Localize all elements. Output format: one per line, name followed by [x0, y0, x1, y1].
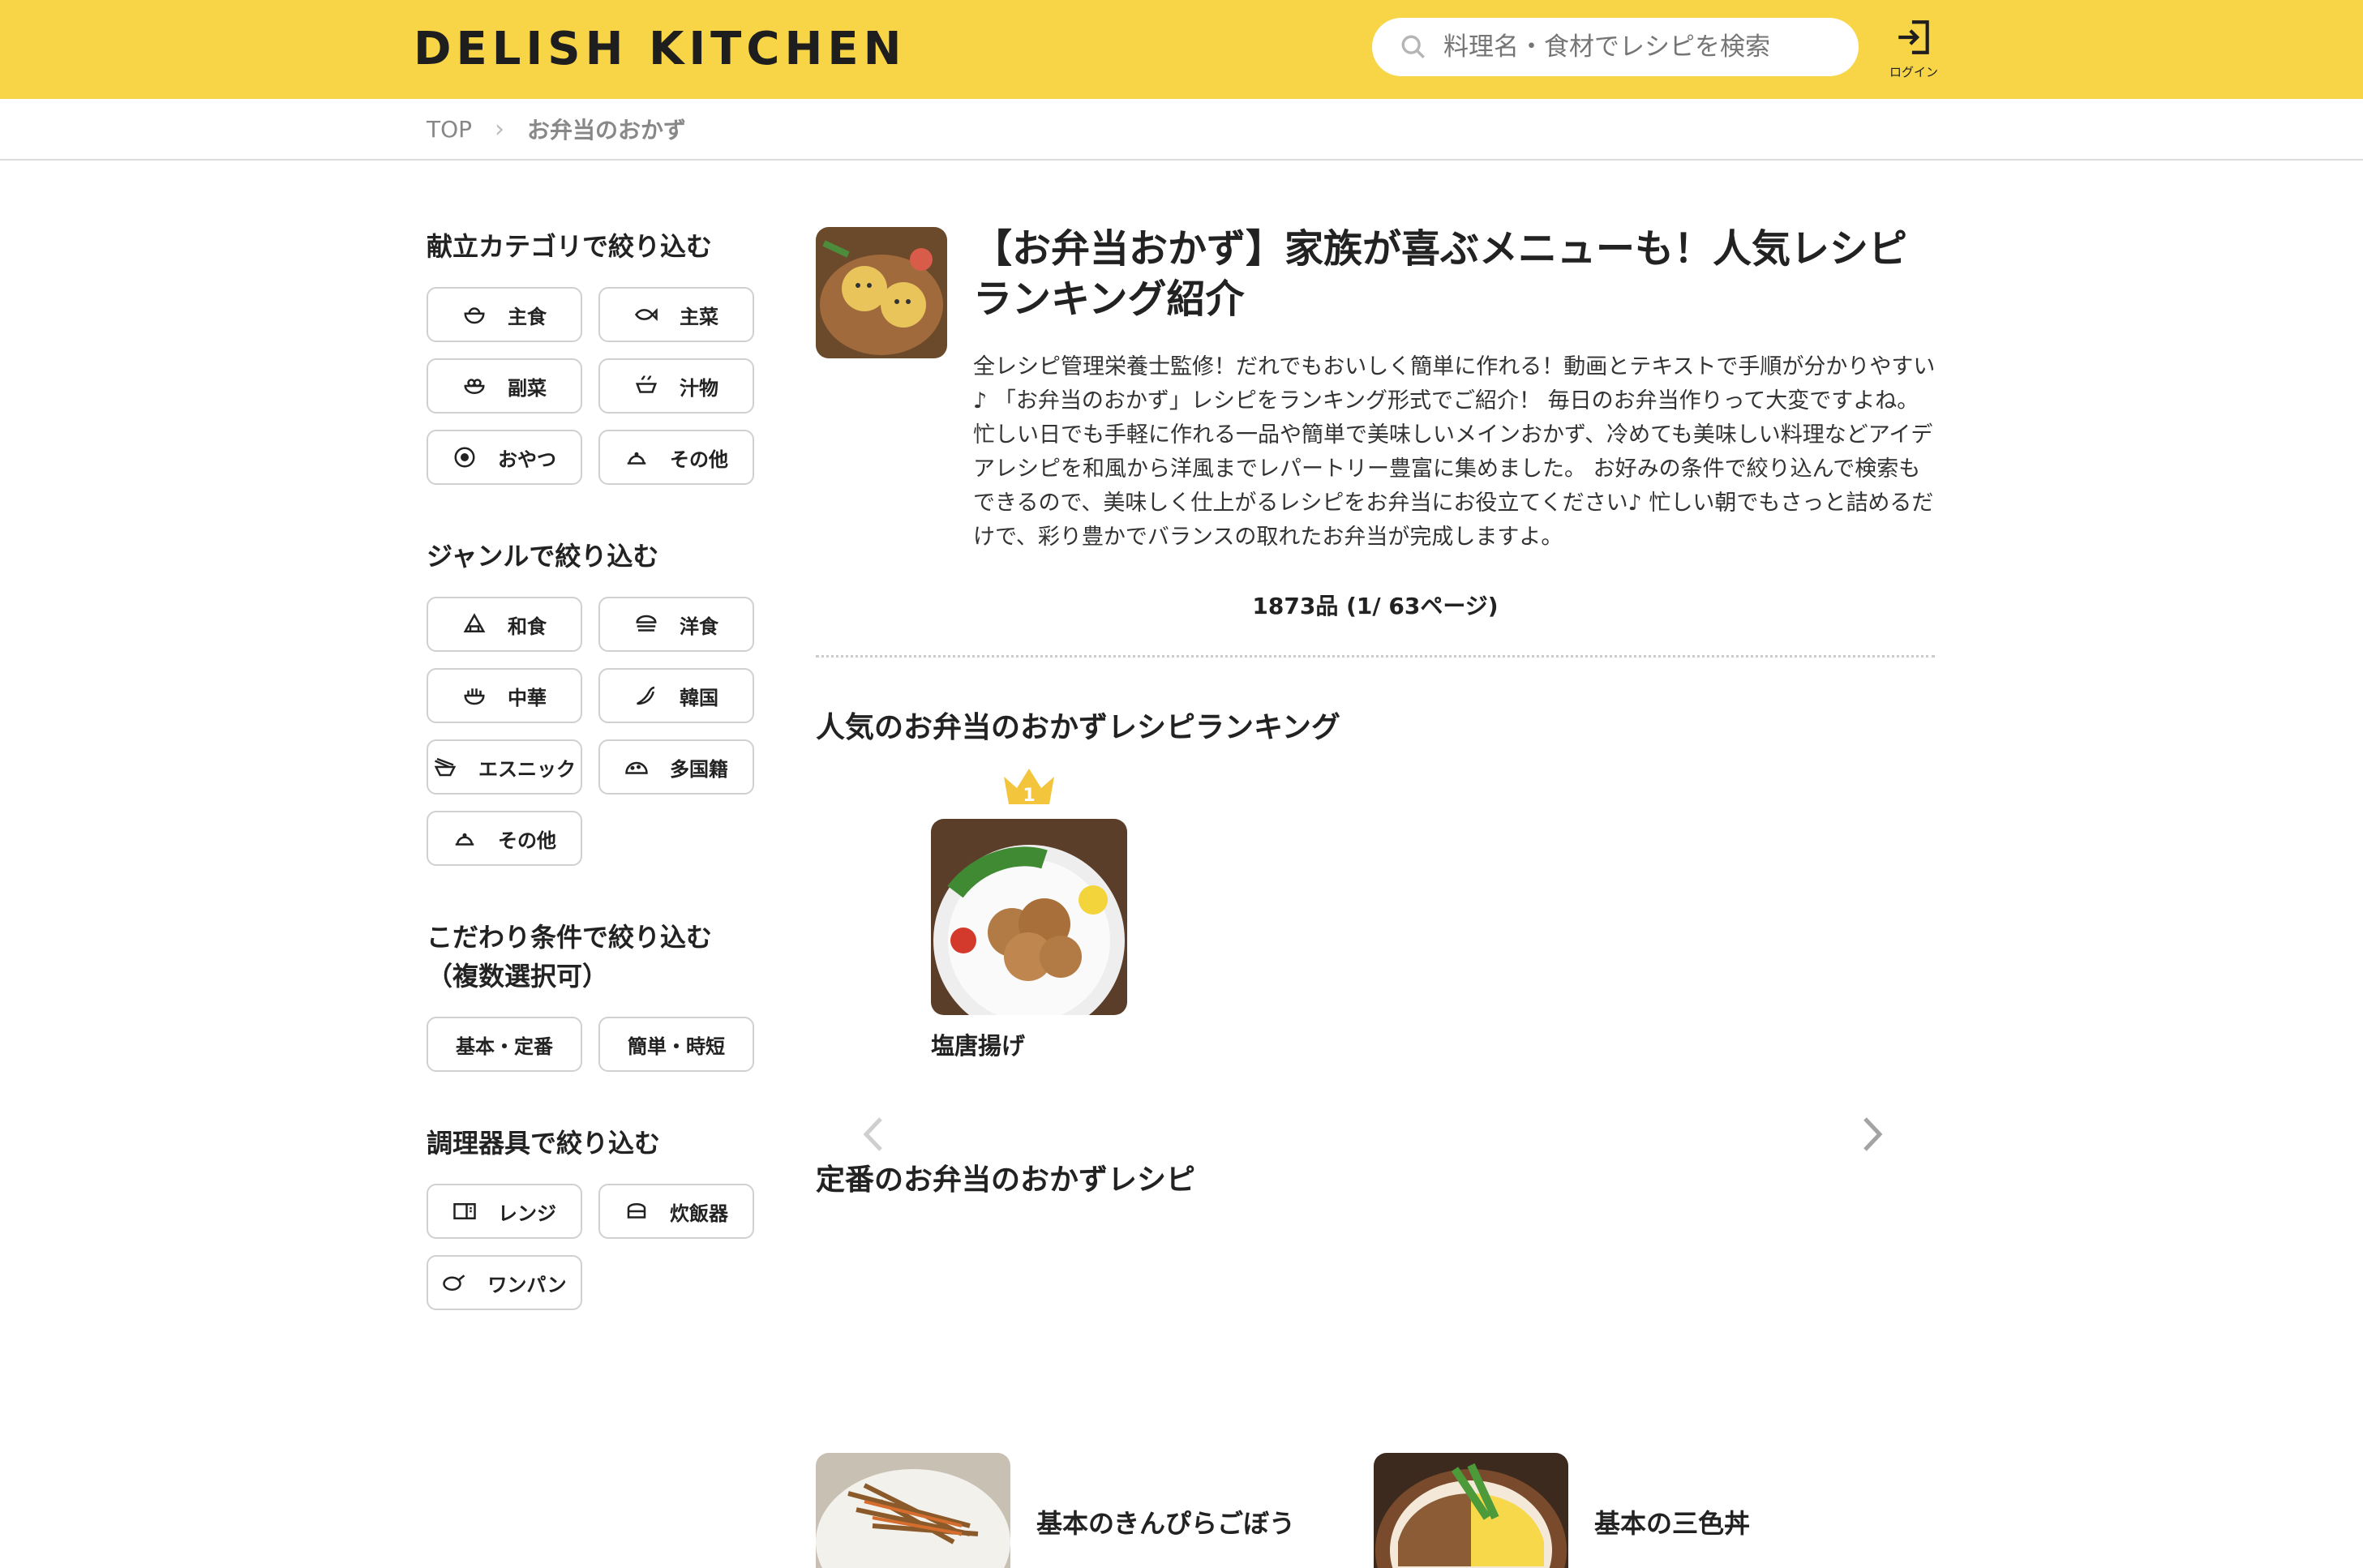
- filter-label: 基本・定番: [456, 1035, 553, 1058]
- noodle-bowl-icon: [434, 757, 457, 777]
- filter-genre-sonota-button[interactable]: その他: [427, 811, 582, 866]
- conditions-heading: こだわり条件で絞り込む （複数選択可）: [427, 918, 759, 996]
- soup-bowl-icon: [635, 375, 658, 393]
- filter-shushoku-button[interactable]: 主食: [427, 287, 582, 342]
- recipe-name: 基本のきんぴらごぼう: [1036, 1508, 1296, 1539]
- filter-range-button[interactable]: レンジ: [427, 1184, 582, 1239]
- filter-label: エスニック: [478, 757, 576, 781]
- filter-label: レンジ: [498, 1202, 556, 1225]
- login-icon: [1898, 20, 1929, 54]
- recipe-thumbnail[interactable]: [1374, 1453, 1568, 1568]
- chevron-right-icon: [1863, 1117, 1883, 1151]
- filter-label: 簡単・時短: [628, 1035, 725, 1058]
- filter-chuka-button[interactable]: 中華: [427, 668, 582, 723]
- menu-category-filters: 主食 主菜 副菜 汁物 おやつ その他: [427, 287, 759, 485]
- filter-oyatsu-button[interactable]: おやつ: [427, 430, 582, 485]
- burger-icon: [636, 615, 657, 632]
- recipe-name[interactable]: 塩唐揚げ: [931, 1028, 1127, 1064]
- fish-icon: [634, 307, 658, 322]
- filter-ethnic-button[interactable]: エスニック: [427, 739, 582, 795]
- cloche-icon: [455, 833, 474, 846]
- search-box[interactable]: [1372, 18, 1859, 76]
- ranking-card-1[interactable]: 1 塩唐揚げ: [931, 759, 1127, 1064]
- login-button[interactable]: ログイン: [1888, 16, 1940, 80]
- filter-label: 和食: [508, 615, 547, 638]
- recipe-name-line1: 塩唐揚げ: [931, 1032, 1026, 1060]
- recipe-thumbnail[interactable]: [931, 819, 1127, 1015]
- filter-takokuseki-button[interactable]: 多国籍: [598, 739, 754, 795]
- dotted-divider: [816, 655, 1935, 658]
- filter-washoku-button[interactable]: 和食: [427, 597, 582, 652]
- recipe-thumbnail[interactable]: [816, 1453, 1010, 1568]
- filter-label: 主食: [508, 305, 547, 328]
- filter-kantan-button[interactable]: 簡単・時短: [598, 1017, 754, 1072]
- filter-label: その他: [498, 829, 556, 852]
- breadcrumb-current: お弁当のおかず: [527, 117, 687, 144]
- menu-category-heading: 献立カテゴリで絞り込む: [427, 231, 713, 262]
- filter-label: 汁物: [680, 376, 718, 400]
- filter-label: ワンパン: [487, 1273, 567, 1296]
- microwave-icon: [453, 1203, 476, 1219]
- filter-kankoku-button[interactable]: 韓国: [598, 668, 754, 723]
- search-icon: [1401, 35, 1425, 58]
- filter-label: 副菜: [508, 376, 547, 400]
- conditions-title: こだわり条件で絞り込む: [427, 922, 713, 953]
- filter-label: おやつ: [498, 448, 556, 471]
- page-title: 【お弁当おかず】家族が喜ぶメニューも！人気レシピランキング紹介: [973, 226, 1908, 322]
- onigiri-icon: [463, 613, 486, 632]
- filter-yoshoku-button[interactable]: 洋食: [598, 597, 754, 652]
- filter-kihon-button[interactable]: 基本・定番: [427, 1017, 582, 1072]
- rice-cooker-icon: [627, 1203, 646, 1219]
- filter-label: 中華: [508, 686, 547, 709]
- frying-pan-icon: [443, 1275, 465, 1291]
- genre-filters: 和食 洋食 中華 韓国 エスニック 多国籍 その他: [427, 597, 759, 866]
- filter-fukusai-button[interactable]: 副菜: [427, 358, 582, 413]
- carousel-next-button[interactable]: [1860, 1116, 1885, 1156]
- filter-label: 主菜: [680, 305, 718, 328]
- cloche-icon: [627, 452, 646, 465]
- filter-label: 韓国: [680, 686, 718, 709]
- taco-icon: [625, 761, 648, 774]
- filter-label: 炊飯器: [670, 1202, 728, 1225]
- recipe-name: 基本の三色丼: [1594, 1508, 1751, 1539]
- login-label: ログイン: [1889, 65, 1938, 79]
- salad-icon: [464, 379, 485, 394]
- filter-shusai-button[interactable]: 主菜: [598, 287, 754, 342]
- filter-label: 多国籍: [670, 757, 728, 781]
- chevron-left-icon: [863, 1117, 882, 1151]
- standard-heading: 定番のお弁当のおかずレシピ: [816, 1163, 1196, 1197]
- site-header: DELISH KITCHEN ログイン: [0, 0, 2363, 99]
- result-count: 1873品 (1/ 63ページ): [1252, 593, 1499, 619]
- conditions-subtitle: （複数選択可）: [427, 961, 609, 992]
- ranking-carousel: 1 塩唐揚げ: [864, 759, 1919, 1099]
- breadcrumb-top-link[interactable]: TOP: [427, 116, 472, 143]
- rice-bowl-icon: [464, 307, 485, 324]
- breadcrumb: TOP › お弁当のおかず: [0, 99, 2363, 161]
- genre-heading: ジャンルで絞り込む: [427, 541, 659, 572]
- tools-filters: レンジ 炊飯器 ワンパン: [427, 1184, 759, 1310]
- tools-heading: 調理器具で絞り込む: [427, 1128, 661, 1159]
- chevron-right-icon: ›: [495, 114, 505, 144]
- site-logo[interactable]: DELISH KITCHEN: [414, 23, 906, 75]
- ranking-heading: 人気のお弁当のおかずレシピランキング: [816, 711, 1340, 744]
- carousel-prev-button[interactable]: [861, 1116, 886, 1156]
- filter-sidebar: 献立カテゴリで絞り込む 主食 主菜 副菜 汁物 おやつ その他 ジャンルで絞り込…: [427, 227, 759, 1362]
- filter-suihanki-button[interactable]: 炊飯器: [598, 1184, 754, 1239]
- chili-pepper-icon: [637, 686, 655, 705]
- gold-crown-icon: 1: [931, 759, 1127, 808]
- filter-sonota-button[interactable]: その他: [598, 430, 754, 485]
- category-thumbnail: [816, 227, 947, 358]
- filter-label: その他: [670, 448, 728, 471]
- conditions-filters: 基本・定番 簡単・時短: [427, 1017, 759, 1072]
- page-description: 全レシピ管理栄養士監修！だれでもおいしく簡単に作れる！動画とテキストで手順が分か…: [973, 354, 1936, 550]
- search-input[interactable]: [1443, 32, 1833, 62]
- donut-icon: [454, 447, 475, 468]
- standard-recipe-card-1[interactable]: 基本のきんぴらごぼう: [816, 1453, 1295, 1568]
- standard-recipe-card-2[interactable]: 基本の三色丼: [1374, 1453, 1750, 1568]
- filter-shirumono-button[interactable]: 汁物: [598, 358, 754, 413]
- rank-number: 1: [1023, 786, 1035, 806]
- filter-label: 洋食: [680, 615, 718, 638]
- filter-onepan-button[interactable]: ワンパン: [427, 1255, 582, 1310]
- dumpling-icon: [464, 688, 485, 705]
